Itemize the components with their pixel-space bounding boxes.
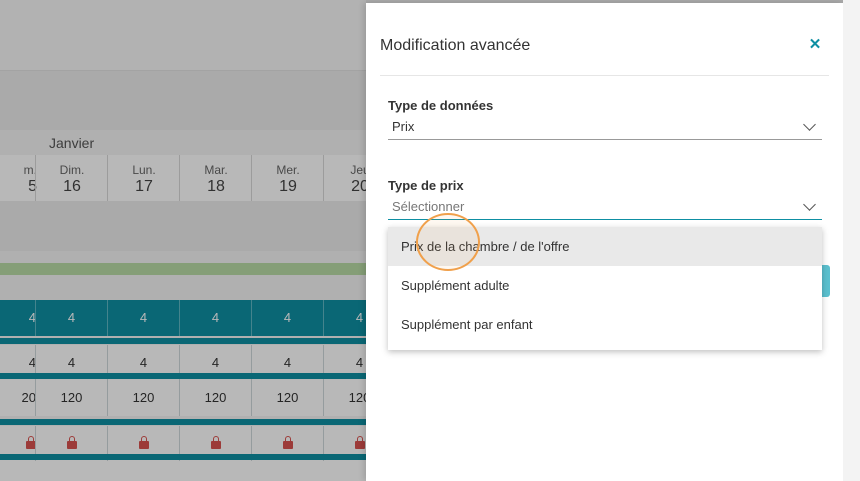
chevron-down-icon [803, 118, 816, 131]
close-icon[interactable]: ✕ [808, 37, 822, 52]
price-type-dropdown: Prix de la chambre / de l'offre Suppléme… [388, 227, 822, 350]
divider [380, 75, 829, 76]
data-type-select[interactable]: Prix [388, 118, 822, 140]
option-room-price[interactable]: Prix de la chambre / de l'offre [388, 227, 822, 266]
price-type-select[interactable]: Sélectionner [388, 198, 822, 220]
data-type-label: Type de données [388, 98, 494, 113]
panel-title: Modification avancée [380, 37, 531, 54]
price-type-label: Type de prix [388, 178, 464, 193]
chevron-down-icon [803, 198, 816, 211]
price-type-placeholder: Sélectionner [392, 199, 465, 214]
option-adult-supplement[interactable]: Supplément adulte [388, 266, 822, 305]
apply-button[interactable] [822, 265, 830, 297]
window-right-edge [843, 0, 860, 481]
data-type-value: Prix [392, 119, 415, 134]
option-child-supplement[interactable]: Supplément par enfant [388, 305, 822, 344]
